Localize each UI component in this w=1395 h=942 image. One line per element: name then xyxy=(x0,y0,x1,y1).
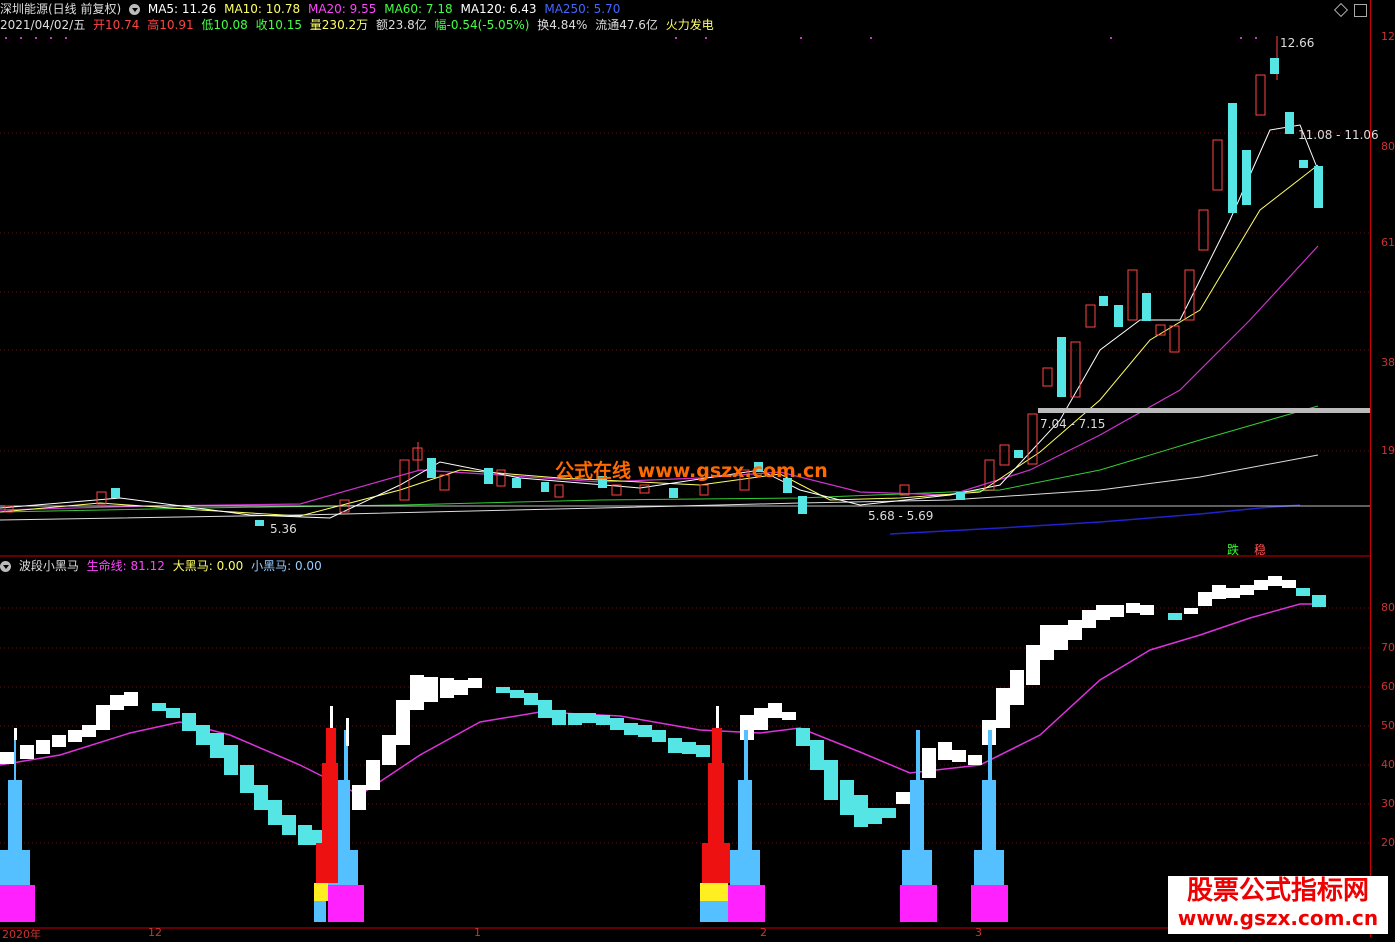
range3-annotation: 5.68 - 5.69 xyxy=(868,509,934,523)
axis-label: 50 xyxy=(1381,719,1395,732)
watermark-title: 股票公式指标网 xyxy=(1186,876,1369,906)
axis-label: 12 xyxy=(1381,30,1395,43)
date-label: 3 xyxy=(975,926,982,939)
life-line-label: 生命线: 81.12 xyxy=(86,559,165,573)
axis-label: 61 xyxy=(1381,236,1395,249)
date-label: 2020年 xyxy=(2,928,41,941)
date-label: 2 xyxy=(760,926,767,939)
indicator-header: 波段小黑马 生命线: 81.12 大黑马: 0.00 小黑马: 0.00 xyxy=(0,558,326,574)
low-annotation: 5.36 xyxy=(270,522,297,536)
axis-label: 40 xyxy=(1381,758,1395,771)
watermark-url: www.gszx.com.cn xyxy=(1177,906,1379,930)
axis-label: 80 xyxy=(1381,601,1395,614)
watermark-box: 股票公式指标网 www.gszx.com.cn xyxy=(1168,876,1388,934)
indicator-name[interactable]: 波段小黑马 xyxy=(19,559,79,573)
axis-label: 80 xyxy=(1381,140,1395,153)
axis-label: 38 xyxy=(1381,356,1395,369)
watermark-center: 公式在线 www.gszx.com.cn xyxy=(555,460,828,482)
axis-label: 30 xyxy=(1381,797,1395,810)
big-horse-label: 大黑马: 0.00 xyxy=(172,559,244,573)
small-horse-label: 小黑马: 0.00 xyxy=(251,559,322,573)
indicator-settings-icon[interactable] xyxy=(0,561,11,572)
high-annotation: 12.66 xyxy=(1280,36,1315,50)
date-label: 12 xyxy=(148,926,162,939)
die-marker: 跌 xyxy=(1227,543,1240,557)
date-label: 1 xyxy=(474,926,481,939)
range2-annotation: 7.04 - 7.15 xyxy=(1040,417,1106,431)
axis-label: 60 xyxy=(1381,680,1395,693)
wen-marker: 稳 xyxy=(1254,543,1267,557)
axis-label: 19 xyxy=(1381,444,1395,457)
axis-label: 20 xyxy=(1381,836,1395,849)
range1-annotation: 11.08 - 11.06 xyxy=(1298,128,1379,142)
axis-label: 70 xyxy=(1381,641,1395,654)
